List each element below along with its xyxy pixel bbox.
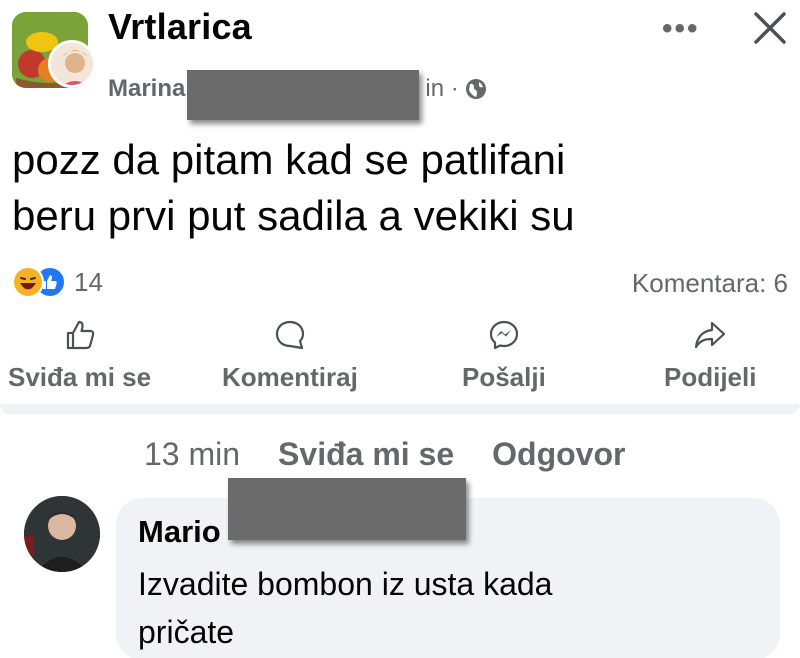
post-meta-tail: in · <box>425 75 459 102</box>
send-label: Pošalji <box>462 362 546 392</box>
comment-like-button[interactable]: Sviđa mi se <box>278 436 454 473</box>
comment-text: Izvadite bombon iz usta kada pričate <box>138 560 758 656</box>
more-dots-icon[interactable]: ••• <box>662 12 700 46</box>
thumbs-up-icon <box>66 320 94 350</box>
comment-time[interactable]: 13 min <box>144 436 240 473</box>
share-button[interactable]: Podijeli <box>664 318 756 393</box>
comment-label: Komentiraj <box>222 362 358 392</box>
like-button[interactable]: Sviđa mi se <box>8 318 151 393</box>
commenter-name[interactable]: Mario <box>138 514 221 550</box>
haha-reaction-icon <box>12 266 44 298</box>
comment-meta: 13 min Sviđa mi se Odgovor <box>144 436 625 473</box>
reactions-summary[interactable]: 14 <box>12 266 103 298</box>
comments-count[interactable]: Komentara: 6 <box>632 268 788 299</box>
redaction-block <box>228 478 466 540</box>
share-label: Podijeli <box>664 362 757 392</box>
author-name[interactable]: Marina <box>108 75 185 103</box>
group-name[interactable]: Vrtlarica <box>108 6 252 48</box>
user-avatar-icon[interactable] <box>48 40 96 88</box>
comment-reply-button[interactable]: Odgovor <box>492 436 625 473</box>
close-icon[interactable] <box>750 8 790 48</box>
send-button[interactable]: Pošalji <box>462 318 546 393</box>
post-actions: Sviđa mi se Komentiraj Pošalji Podijeli <box>0 318 800 408</box>
comment-button[interactable]: Komentiraj <box>222 318 358 393</box>
post-header: Vrtlarica Marina in · ••• <box>0 0 800 120</box>
redaction-block <box>187 70 420 120</box>
messenger-icon <box>489 320 519 350</box>
post-meta: Marina in · <box>108 58 487 120</box>
speech-bubble-icon <box>275 320 305 350</box>
like-label: Sviđa mi se <box>8 362 152 392</box>
post-text: pozz da pitam kad se patlifani beru prvi… <box>12 132 782 244</box>
share-arrow-icon <box>695 321 726 349</box>
reaction-count: 14 <box>74 266 103 297</box>
section-divider <box>0 404 800 414</box>
comment-text-line: pričate <box>138 614 235 650</box>
post-text-line: pozz da pitam kad se patlifani <box>12 136 566 183</box>
comment-text-line: Izvadite bombon iz usta kada <box>138 566 553 602</box>
user-avatar-icon[interactable] <box>24 496 100 572</box>
globe-icon <box>465 78 487 100</box>
post-text-line: beru prvi put sadila a vekiki su <box>12 192 575 239</box>
